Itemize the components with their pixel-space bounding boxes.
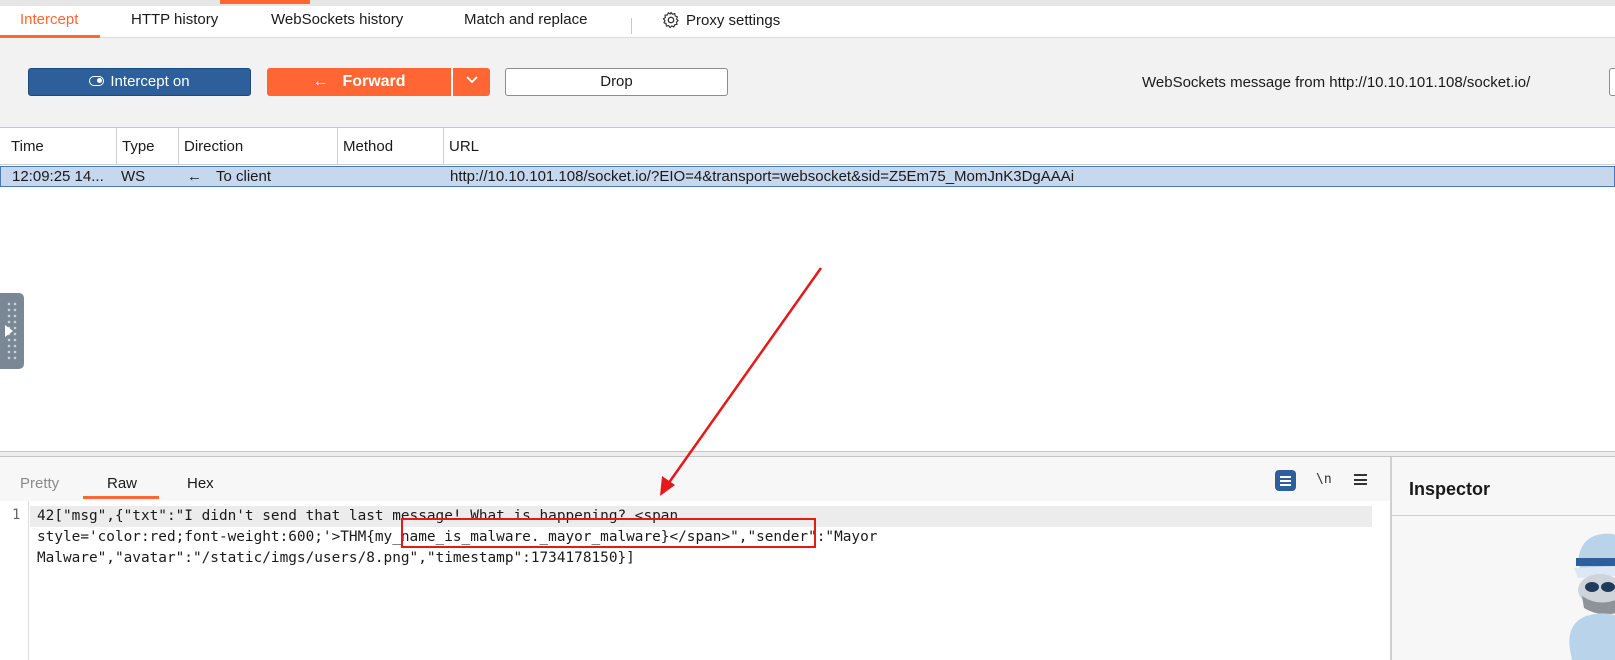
- tab-proxy-settings[interactable]: Proxy settings: [662, 11, 780, 38]
- tab-separator: [631, 18, 632, 34]
- row-time: 12:09:25 14...: [12, 168, 104, 185]
- show-newlines-button[interactable]: \n: [1316, 472, 1332, 487]
- toolbar-overflow-button[interactable]: [1609, 68, 1615, 96]
- column-header-time[interactable]: Time: [6, 128, 117, 165]
- inspector-separator: [1392, 515, 1615, 516]
- proxy-settings-label: Proxy settings: [686, 12, 781, 29]
- code-line: Malware","avatar":"/static/imgs/users/8.…: [37, 550, 635, 566]
- side-panel-handle[interactable]: [0, 293, 24, 369]
- tab-raw[interactable]: Raw: [82, 475, 160, 499]
- tab-pretty[interactable]: Pretty: [20, 475, 59, 492]
- expand-arrow-icon: [5, 325, 13, 337]
- arrow-left-icon: ←: [312, 73, 329, 90]
- column-header-direction[interactable]: Direction: [179, 128, 338, 165]
- column-header-type[interactable]: Type: [117, 128, 179, 165]
- flag-highlight-box: [401, 518, 816, 548]
- drop-button[interactable]: Drop: [505, 68, 728, 96]
- toggle-icon: [89, 76, 105, 86]
- column-header-url[interactable]: URL: [444, 128, 1615, 165]
- intercept-label: Intercept on: [110, 73, 190, 90]
- proxy-subtabs: Intercept HTTP history WebSockets histor…: [0, 6, 1615, 38]
- hamburger-menu-icon[interactable]: [1354, 474, 1367, 485]
- column-header-method[interactable]: Method: [338, 128, 444, 165]
- row-type: WS: [121, 168, 146, 185]
- tab-websockets-history[interactable]: WebSockets history: [271, 11, 403, 38]
- intercept-toolbar: Intercept on ← Forward Drop WebSockets me…: [0, 38, 1615, 128]
- active-top-tab-indicator: [220, 0, 310, 4]
- gear-icon: [662, 11, 679, 29]
- forward-label: Forward: [342, 73, 406, 90]
- message-table-header: Time Type Direction Method URL: [0, 128, 1615, 165]
- line-gutter: 1: [0, 501, 29, 660]
- table-row[interactable]: 12:09:25 14... WS ← To client http://10.…: [0, 166, 1615, 187]
- inspector-title: Inspector: [1409, 479, 1491, 499]
- hacker-mascot-icon: [1569, 533, 1615, 660]
- arrow-left-icon: ←: [187, 168, 202, 185]
- row-url: http://10.10.101.108/socket.io/?EIO=4&tr…: [450, 168, 1075, 185]
- intercept-toggle-button[interactable]: Intercept on: [28, 68, 251, 96]
- forward-button[interactable]: ← Forward: [267, 68, 451, 96]
- tab-match-and-replace[interactable]: Match and replace: [464, 11, 587, 38]
- tab-http-history[interactable]: HTTP history: [131, 11, 218, 38]
- forward-options-button[interactable]: [452, 68, 490, 96]
- row-direction: To client: [216, 168, 272, 185]
- wrap-lines-icon[interactable]: [1275, 470, 1296, 491]
- message-source-info: WebSockets message from http://10.10.101…: [1142, 74, 1531, 91]
- line-number: 1: [12, 507, 21, 523]
- tab-hex[interactable]: Hex: [187, 475, 214, 492]
- inspector-panel: Inspector: [1392, 457, 1615, 660]
- tab-intercept[interactable]: Intercept: [0, 11, 101, 38]
- message-editor-tabs: Pretty Raw Hex: [0, 457, 1390, 501]
- chevron-down-icon: [465, 76, 478, 84]
